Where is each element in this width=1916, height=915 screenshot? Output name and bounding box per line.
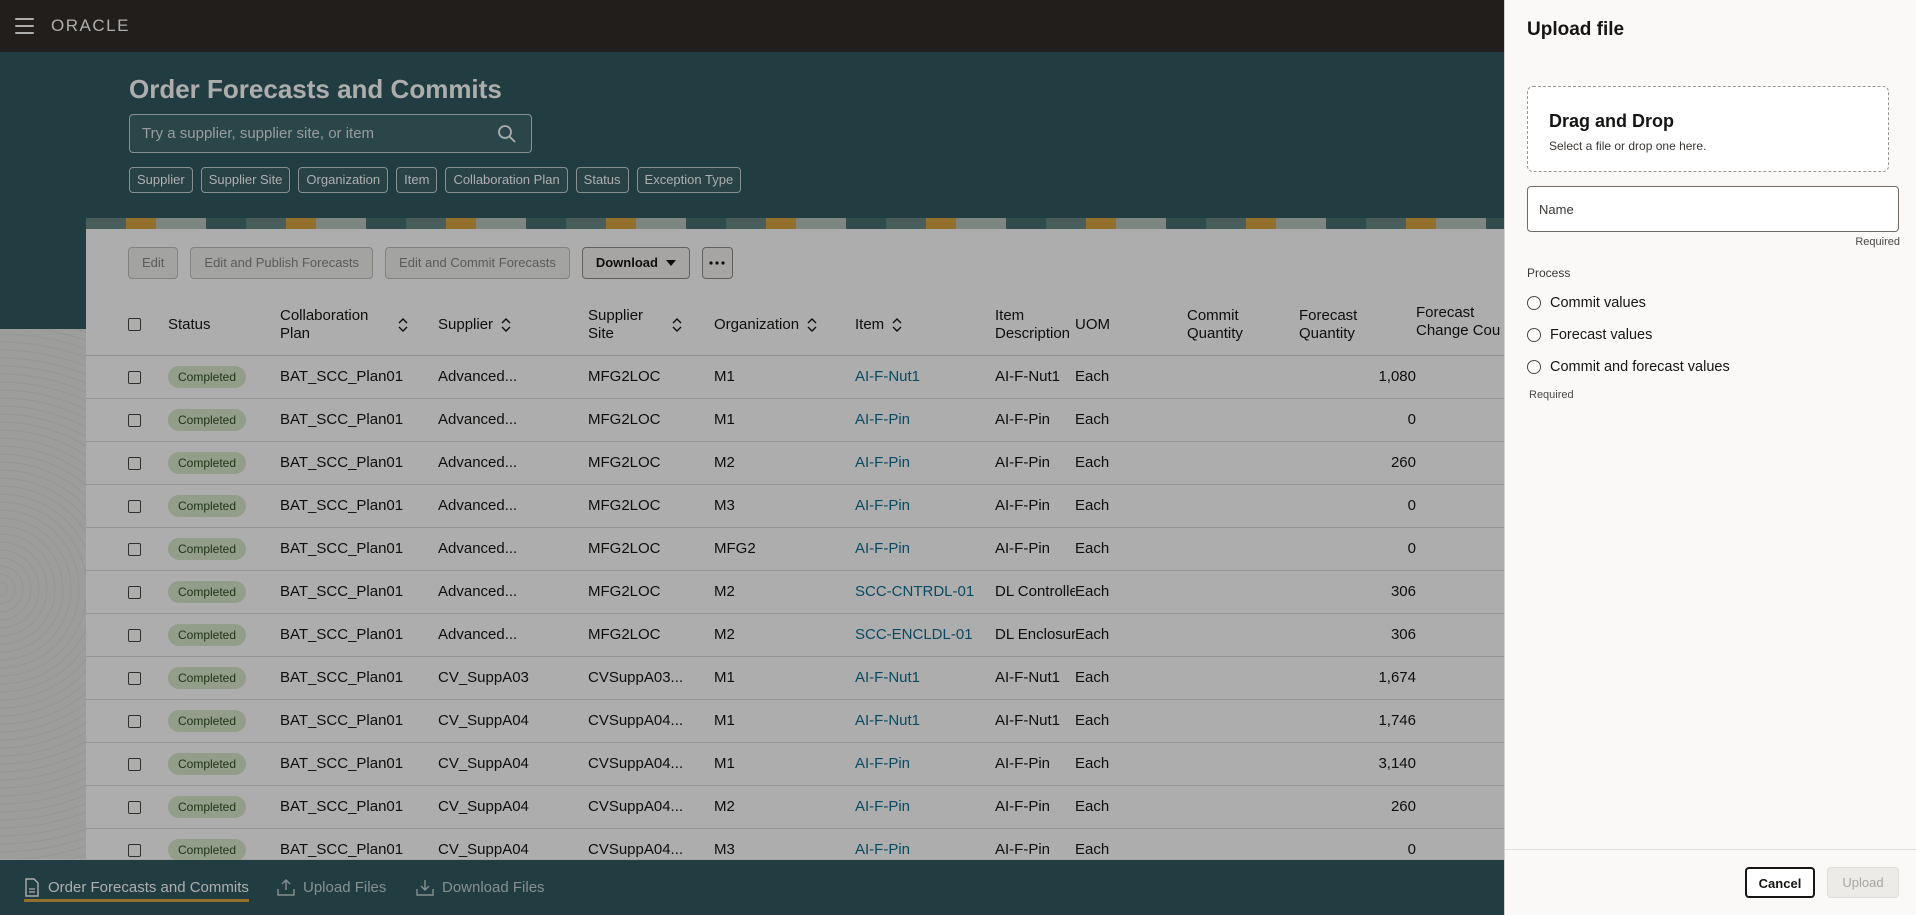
file-dropzone[interactable]: Drag and Drop Select a file or drop one … (1527, 86, 1889, 172)
radio-circle-icon[interactable] (1527, 360, 1541, 374)
name-input[interactable] (1528, 187, 1898, 231)
process-label: Process (1527, 266, 1571, 280)
process-required-hint: Required (1529, 389, 1574, 401)
drawer-title: Upload file (1527, 19, 1625, 40)
drawer-footer: Cancel Upload (1505, 849, 1916, 915)
name-required-hint: Required (1855, 236, 1900, 248)
radio-label: Commit and forecast values (1550, 359, 1730, 375)
upload-button[interactable]: Upload (1827, 867, 1899, 898)
radio-circle-icon[interactable] (1527, 296, 1541, 310)
radio-forecast-values[interactable]: Forecast values (1527, 327, 1652, 343)
radio-circle-icon[interactable] (1527, 328, 1541, 342)
cancel-button[interactable]: Cancel (1745, 867, 1815, 898)
dropzone-title: Drag and Drop (1549, 111, 1675, 131)
radio-label: Forecast values (1550, 327, 1653, 343)
name-field[interactable] (1527, 186, 1899, 232)
radio-label: Commit values (1550, 295, 1646, 311)
radio-commit-and-forecast-values[interactable]: Commit and forecast values (1527, 359, 1730, 375)
radio-commit-values[interactable]: Commit values (1527, 295, 1646, 311)
dropzone-subtitle: Select a file or drop one here. (1549, 139, 1707, 153)
upload-file-drawer: Upload file Drag and Drop Select a file … (1504, 0, 1916, 915)
